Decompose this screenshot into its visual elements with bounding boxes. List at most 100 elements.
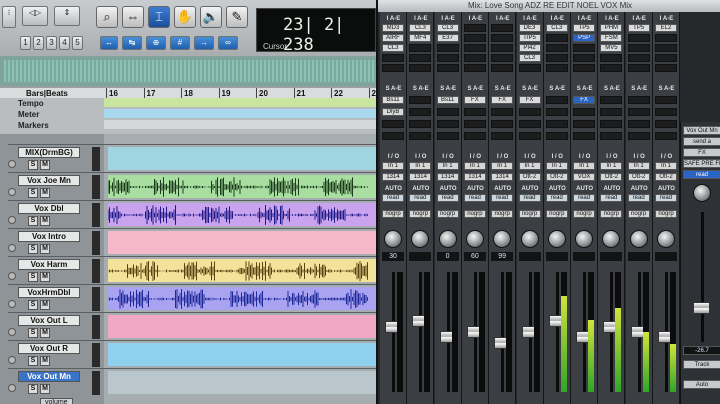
insert-slot[interactable]: PSP <box>573 34 596 42</box>
grid-preset-2[interactable]: 2 <box>33 36 44 50</box>
send-slot-empty[interactable] <box>655 132 677 140</box>
insert-slot[interactable]: MF4 <box>409 34 432 42</box>
track-name[interactable]: Vox Harm <box>18 259 80 270</box>
insert-slot[interactable]: MD3 <box>382 24 404 32</box>
insert-slot-empty[interactable] <box>573 54 596 62</box>
track-name[interactable]: Vox Out R <box>18 343 80 354</box>
insert-slot-empty[interactable] <box>436 54 459 62</box>
mute-button[interactable]: M <box>40 328 50 338</box>
insert-slot[interactable]: PHM <box>600 24 623 32</box>
track-lane[interactable] <box>104 256 380 284</box>
insert-slot-empty[interactable] <box>627 44 650 52</box>
mode-shuffle-icon[interactable]: ↔ <box>100 36 118 50</box>
solo-button[interactable]: S <box>28 188 38 198</box>
insert-slot-empty[interactable] <box>463 44 486 52</box>
grid-preset-5[interactable]: 5 <box>72 36 83 50</box>
mute-button[interactable]: M <box>40 300 50 310</box>
track-header[interactable]: Vox Out Mn S M <box>8 368 104 396</box>
solo-button[interactable]: S <box>28 328 38 338</box>
pan-knob[interactable] <box>411 230 430 248</box>
grid-preset-1[interactable]: 1 <box>20 36 31 50</box>
send-auto-button[interactable]: Auto <box>683 380 720 389</box>
send-slot-empty[interactable] <box>655 120 677 128</box>
automation-mode[interactable]: read <box>655 194 677 202</box>
group-selector[interactable]: nogrp <box>655 210 677 218</box>
track-name[interactable]: Vox Joe Mn <box>18 175 80 186</box>
insert-slot[interactable]: CL3 <box>545 24 568 32</box>
insert-slot-empty[interactable] <box>382 54 404 62</box>
insert-slot-empty[interactable] <box>545 64 568 72</box>
track-header[interactable]: VoxHrmDbl S M <box>8 284 104 312</box>
track-header[interactable]: Vox Out L SM <box>8 312 104 340</box>
pan-knob[interactable] <box>575 230 594 248</box>
audio-region[interactable] <box>108 147 380 170</box>
send-slot[interactable]: FX <box>491 96 514 104</box>
insert-slot-empty[interactable] <box>463 64 486 72</box>
pencil-tool-icon[interactable]: ✎ <box>226 6 248 28</box>
mode-grid-icon[interactable]: # <box>170 36 190 50</box>
solo-button[interactable]: S <box>28 160 38 170</box>
send-slot-empty[interactable] <box>655 108 677 116</box>
insert-slot[interactable]: FSM <box>600 34 623 42</box>
insert-slot-empty[interactable] <box>655 44 677 52</box>
insert-slot[interactable]: CL3 <box>436 24 459 32</box>
group-selector[interactable]: nogrp <box>463 210 486 218</box>
insert-slot-empty[interactable] <box>518 64 541 72</box>
insert-slot-empty[interactable] <box>436 44 459 52</box>
insert-slot-empty[interactable] <box>545 44 568 52</box>
send-slot-empty[interactable] <box>545 120 568 128</box>
group-selector[interactable]: nogrp <box>545 210 568 218</box>
input-selector[interactable]: In 1 <box>600 162 623 170</box>
insert-slot-empty[interactable] <box>491 54 514 62</box>
input-selector[interactable]: In 1 <box>545 162 568 170</box>
send-slot-empty[interactable] <box>463 108 486 116</box>
send-slot-empty[interactable] <box>545 132 568 140</box>
audio-region[interactable] <box>108 371 380 394</box>
send-track-button[interactable]: Track <box>683 360 720 369</box>
group-selector[interactable]: nogrp <box>627 210 650 218</box>
insert-slot[interactable]: CL3 <box>409 24 432 32</box>
record-enable-icon[interactable] <box>8 188 16 196</box>
output-selector[interactable]: 1314 <box>409 173 432 181</box>
insert-slot-empty[interactable] <box>463 34 486 42</box>
pan-knob[interactable] <box>547 230 566 248</box>
send-slot[interactable]: DlyB <box>382 108 404 116</box>
track-header[interactable]: MIX(DrmBG) S M <box>8 144 104 172</box>
insert-slot[interactable]: DE3 <box>518 24 541 32</box>
output-selector[interactable]: 1314 <box>436 173 459 181</box>
insert-slot[interactable]: TP5 <box>573 24 596 32</box>
bars-beats-ruler[interactable]: Bars|Beats 16171819202122232425 <box>0 88 380 98</box>
group-selector[interactable]: nogrp <box>573 210 596 218</box>
clip-area[interactable] <box>104 134 380 404</box>
insert-slot-empty[interactable] <box>409 54 432 62</box>
insert-slot-empty[interactable] <box>491 64 514 72</box>
mute-button[interactable]: M <box>40 244 50 254</box>
input-selector[interactable]: In 1 <box>655 162 677 170</box>
insert-slot-empty[interactable] <box>627 34 650 42</box>
output-selector[interactable]: Ott-2 <box>518 173 541 181</box>
group-selector[interactable]: nogrp <box>382 210 404 218</box>
input-selector[interactable]: In 1 <box>491 162 514 170</box>
send-fader[interactable] <box>693 302 710 314</box>
trim-tool-icon[interactable]: ⇔ <box>122 6 144 28</box>
send-slot-empty[interactable] <box>627 108 650 116</box>
insert-slot-empty[interactable] <box>627 54 650 62</box>
insert-slot[interactable]: PI42 <box>518 44 541 52</box>
group-selector[interactable]: nogrp <box>436 210 459 218</box>
solo-button[interactable]: S <box>28 244 38 254</box>
send-slot-empty[interactable] <box>600 108 623 116</box>
send-slot-empty[interactable] <box>518 108 541 116</box>
output-selector[interactable]: VOX <box>573 173 596 181</box>
pan-knob[interactable] <box>657 230 675 248</box>
send-slot-empty[interactable] <box>573 108 596 116</box>
automation-mode[interactable]: read <box>491 194 514 202</box>
mute-button[interactable]: M <box>40 160 50 170</box>
group-selector[interactable]: nogrp <box>409 210 432 218</box>
track-name[interactable]: Vox Out Mn <box>18 371 80 382</box>
send-slot-empty[interactable] <box>573 120 596 128</box>
input-selector[interactable]: In 1 <box>409 162 432 170</box>
mute-button[interactable]: M <box>40 384 50 394</box>
record-enable-icon[interactable] <box>8 272 16 280</box>
output-selector[interactable]: Ott-2 <box>627 173 650 181</box>
record-enable-icon[interactable] <box>8 328 16 336</box>
